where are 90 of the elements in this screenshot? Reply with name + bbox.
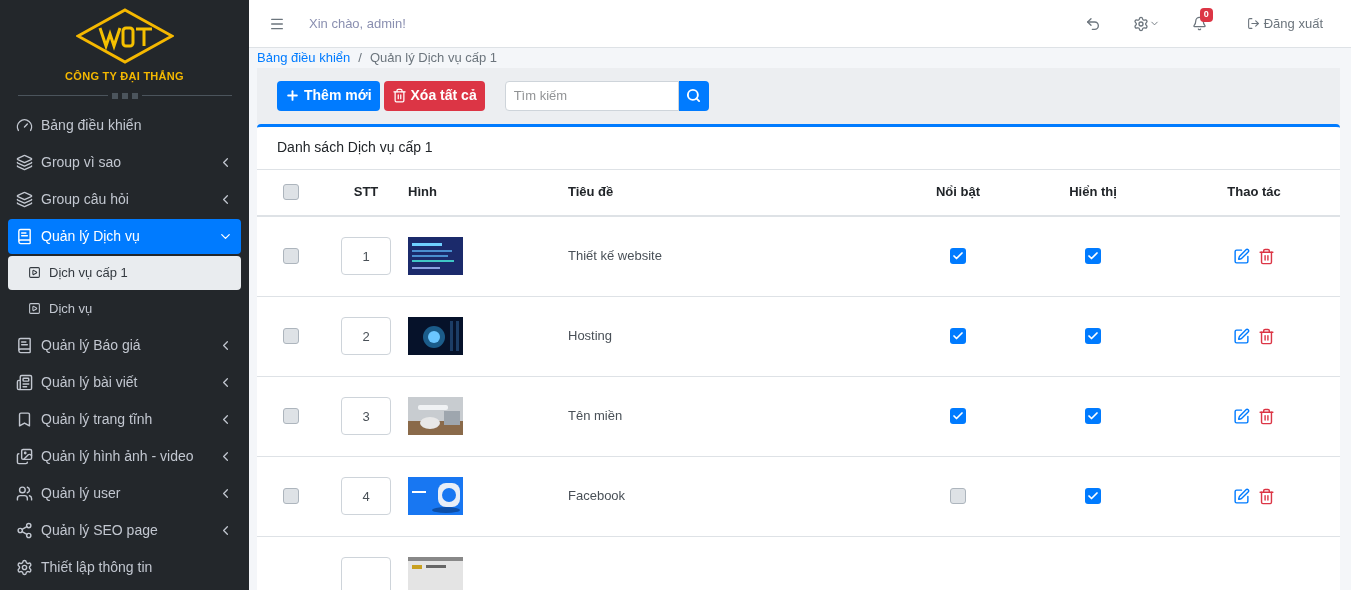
play-square-icon	[28, 266, 41, 279]
delete-all-button[interactable]: Xóa tất cả	[383, 80, 485, 111]
undo-icon[interactable]	[1084, 15, 1101, 32]
bookmark-icon	[16, 410, 33, 428]
sidebar-item[interactable]: Thiết lập thông tin	[8, 549, 241, 585]
play-square-icon	[28, 302, 41, 315]
featured-checkbox[interactable]	[950, 408, 966, 424]
column-header: Thao tác	[1227, 183, 1281, 202]
featured-checkbox[interactable]	[950, 488, 966, 504]
images-icon	[16, 447, 33, 465]
card-title: Danh sách Dịch vụ cấp 1	[257, 126, 1340, 170]
row-checkbox[interactable]	[282, 328, 299, 344]
settings-icon	[16, 558, 33, 576]
sidebar-item[interactable]: Group câu hỏi	[8, 181, 241, 217]
table-cell-text: Facebook	[568, 487, 627, 506]
logout-icon[interactable]	[1246, 17, 1260, 30]
column-header: Hình	[408, 183, 437, 202]
sidebar-subitem[interactable]: Dịch vụ	[8, 291, 241, 326]
breadcrumb-current: Quản lý Dịch vụ cấp 1	[369, 49, 498, 67]
row-checkbox[interactable]	[282, 408, 299, 424]
visible-checkbox[interactable]	[1085, 408, 1101, 424]
edit-icon[interactable]	[1233, 487, 1250, 505]
check-icon	[1087, 490, 1099, 502]
column-header: Nổi bật	[935, 183, 981, 202]
delete-icon[interactable]	[1258, 487, 1275, 505]
plus-icon	[285, 88, 300, 103]
users-icon	[16, 484, 33, 502]
check-icon	[1087, 250, 1099, 262]
bell-icon[interactable]	[1191, 16, 1207, 31]
search-button[interactable]	[678, 80, 709, 111]
check-icon	[952, 250, 964, 262]
search-field[interactable]: Tìm kiếm	[504, 80, 679, 111]
visible-checkbox[interactable]	[1085, 328, 1101, 344]
column-header: Hiển thị	[1069, 183, 1117, 202]
row-checkbox[interactable]	[282, 488, 299, 504]
select-all-checkbox[interactable]	[282, 184, 299, 200]
layers-icon	[16, 190, 33, 208]
order-field[interactable]	[341, 557, 391, 590]
edit-icon[interactable]	[1233, 247, 1250, 265]
breadcrumb-link[interactable]: Bảng điều khiển	[257, 48, 351, 68]
sidebar-item[interactable]: Bảng điều khiển	[8, 107, 241, 143]
sidebar-item[interactable]: Quản lý Báo giá	[8, 327, 241, 363]
column-header: STT	[353, 183, 379, 202]
search-icon	[686, 88, 702, 103]
sidebar-item[interactable]: Quản lý hình ảnh - video	[8, 438, 241, 474]
sidebar-subitem[interactable]: Dịch vụ cấp 1	[8, 255, 241, 290]
gauge-icon	[16, 116, 33, 134]
featured-checkbox[interactable]	[950, 248, 966, 264]
order-field[interactable]: 1	[341, 237, 391, 275]
row-checkbox[interactable]	[282, 248, 299, 264]
check-icon	[1087, 410, 1099, 422]
share-icon	[16, 521, 33, 539]
column-header: Tiêu đề	[568, 183, 614, 202]
book-icon	[16, 227, 33, 245]
check-icon	[1087, 330, 1099, 342]
sidebar-item[interactable]: Quản lý user	[8, 475, 241, 511]
delete-icon[interactable]	[1258, 407, 1275, 425]
sidebar-item[interactable]: Quản lý SEO page	[8, 512, 241, 548]
newspaper-icon	[16, 373, 33, 391]
delete-icon[interactable]	[1258, 327, 1275, 345]
table-cell-text: Thiết kế website	[568, 247, 663, 266]
breadcrumb-separator: /	[358, 49, 362, 67]
greeting: Xin chào, admin!	[309, 14, 407, 33]
visible-checkbox[interactable]	[1085, 488, 1101, 504]
order-field[interactable]: 2	[341, 317, 391, 355]
layers-icon	[16, 153, 33, 171]
gear-icon[interactable]	[1132, 15, 1149, 32]
add-button[interactable]: Thêm mới	[277, 80, 380, 111]
check-icon	[952, 410, 964, 422]
sidebar-item[interactable]: Quản lý Dịch vụ	[8, 218, 241, 254]
check-icon	[952, 330, 964, 342]
ornament-icon	[111, 92, 138, 99]
sidebar-item[interactable]: Quản lý trang tĩnh	[8, 401, 241, 437]
book-icon	[16, 336, 33, 354]
trash-icon	[391, 88, 407, 103]
delete-icon[interactable]	[1258, 247, 1275, 265]
visible-checkbox[interactable]	[1085, 248, 1101, 264]
logout-link[interactable]: Đăng xuất	[1263, 13, 1323, 34]
order-field[interactable]: 3	[341, 397, 391, 435]
sidebar-item[interactable]: Quản lý bài viết	[8, 364, 241, 400]
sidebar-item[interactable]: Group vì sao	[8, 144, 241, 180]
order-field[interactable]: 4	[341, 477, 391, 515]
notification-badge: 0	[1199, 8, 1213, 22]
company-name: CÔNG TY ĐẠI THẮNG	[65, 69, 184, 85]
table-cell-text: Tên miền	[568, 407, 624, 426]
logo-icon	[75, 8, 174, 64]
edit-icon[interactable]	[1233, 327, 1250, 345]
table-cell-text: Hosting	[568, 327, 614, 346]
edit-icon[interactable]	[1233, 407, 1250, 425]
featured-checkbox[interactable]	[950, 328, 966, 344]
